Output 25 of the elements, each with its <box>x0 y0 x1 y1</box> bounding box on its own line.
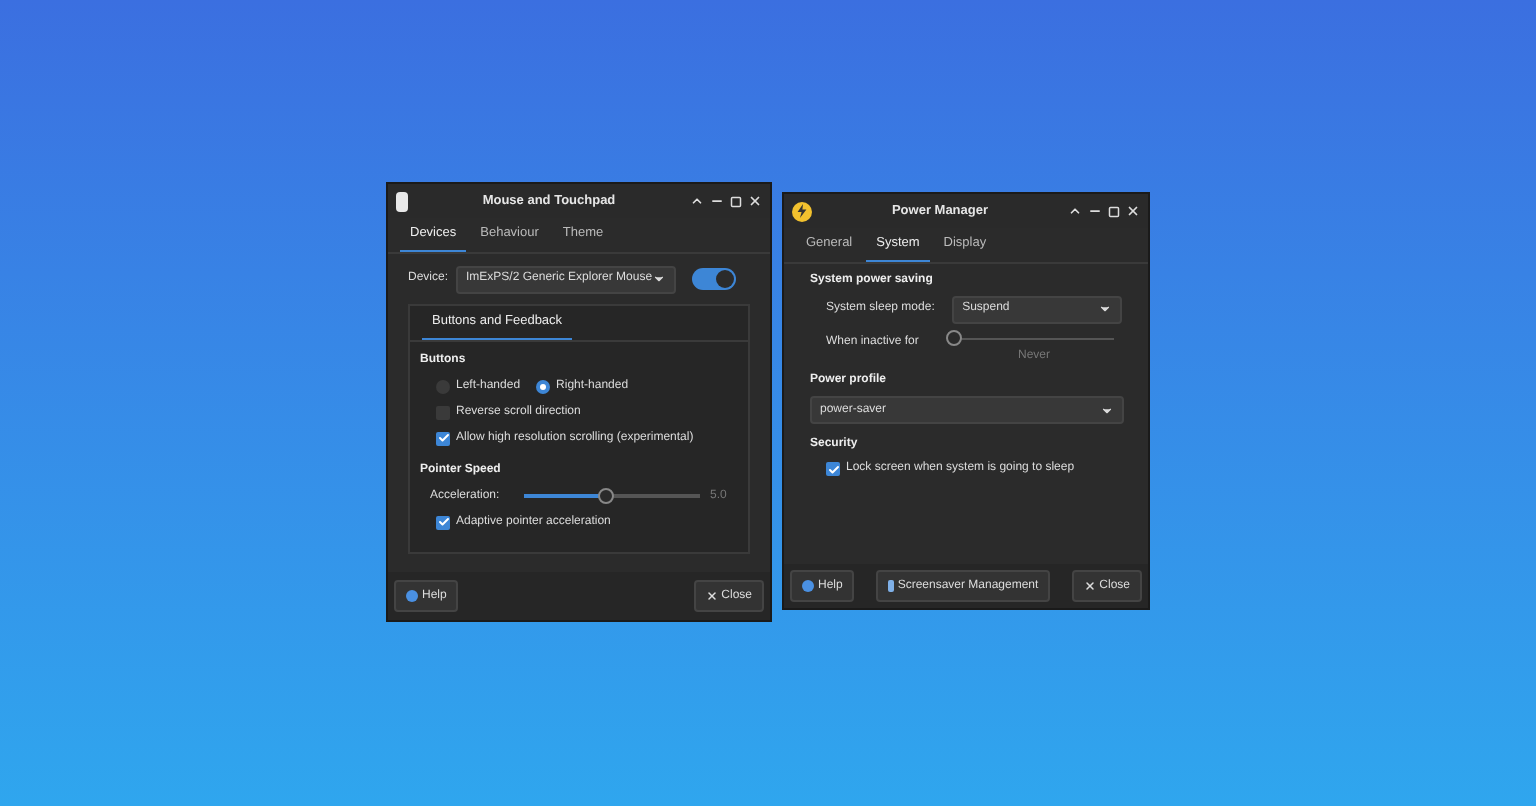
collapse-icon[interactable] <box>690 194 704 208</box>
maximize-icon[interactable] <box>730 195 742 207</box>
mouse-icon <box>396 191 408 211</box>
close-icon[interactable] <box>1126 204 1140 218</box>
radio-button[interactable] <box>536 379 551 393</box>
slider-thumb[interactable] <box>946 330 962 347</box>
screensaver-icon <box>887 580 894 592</box>
checkbox[interactable] <box>436 515 450 529</box>
minimize-icon[interactable] <box>710 194 724 208</box>
help-icon <box>802 580 814 592</box>
checkbox[interactable] <box>436 431 450 445</box>
checkbox[interactable] <box>826 462 840 477</box>
minimize-icon[interactable] <box>1088 204 1102 218</box>
lightning-icon <box>792 201 812 221</box>
toggle-switch[interactable] <box>692 268 737 291</box>
caret-icon <box>652 272 667 287</box>
close-icon[interactable] <box>748 194 762 208</box>
help-icon <box>406 590 418 602</box>
caret-icon <box>1100 403 1114 418</box>
maximize-icon[interactable] <box>1108 205 1120 217</box>
slider-thumb[interactable] <box>598 487 615 504</box>
close-icon <box>1083 580 1096 592</box>
collapse-icon[interactable] <box>1068 204 1082 218</box>
caret-icon <box>1098 302 1112 317</box>
close-icon <box>705 590 718 602</box>
